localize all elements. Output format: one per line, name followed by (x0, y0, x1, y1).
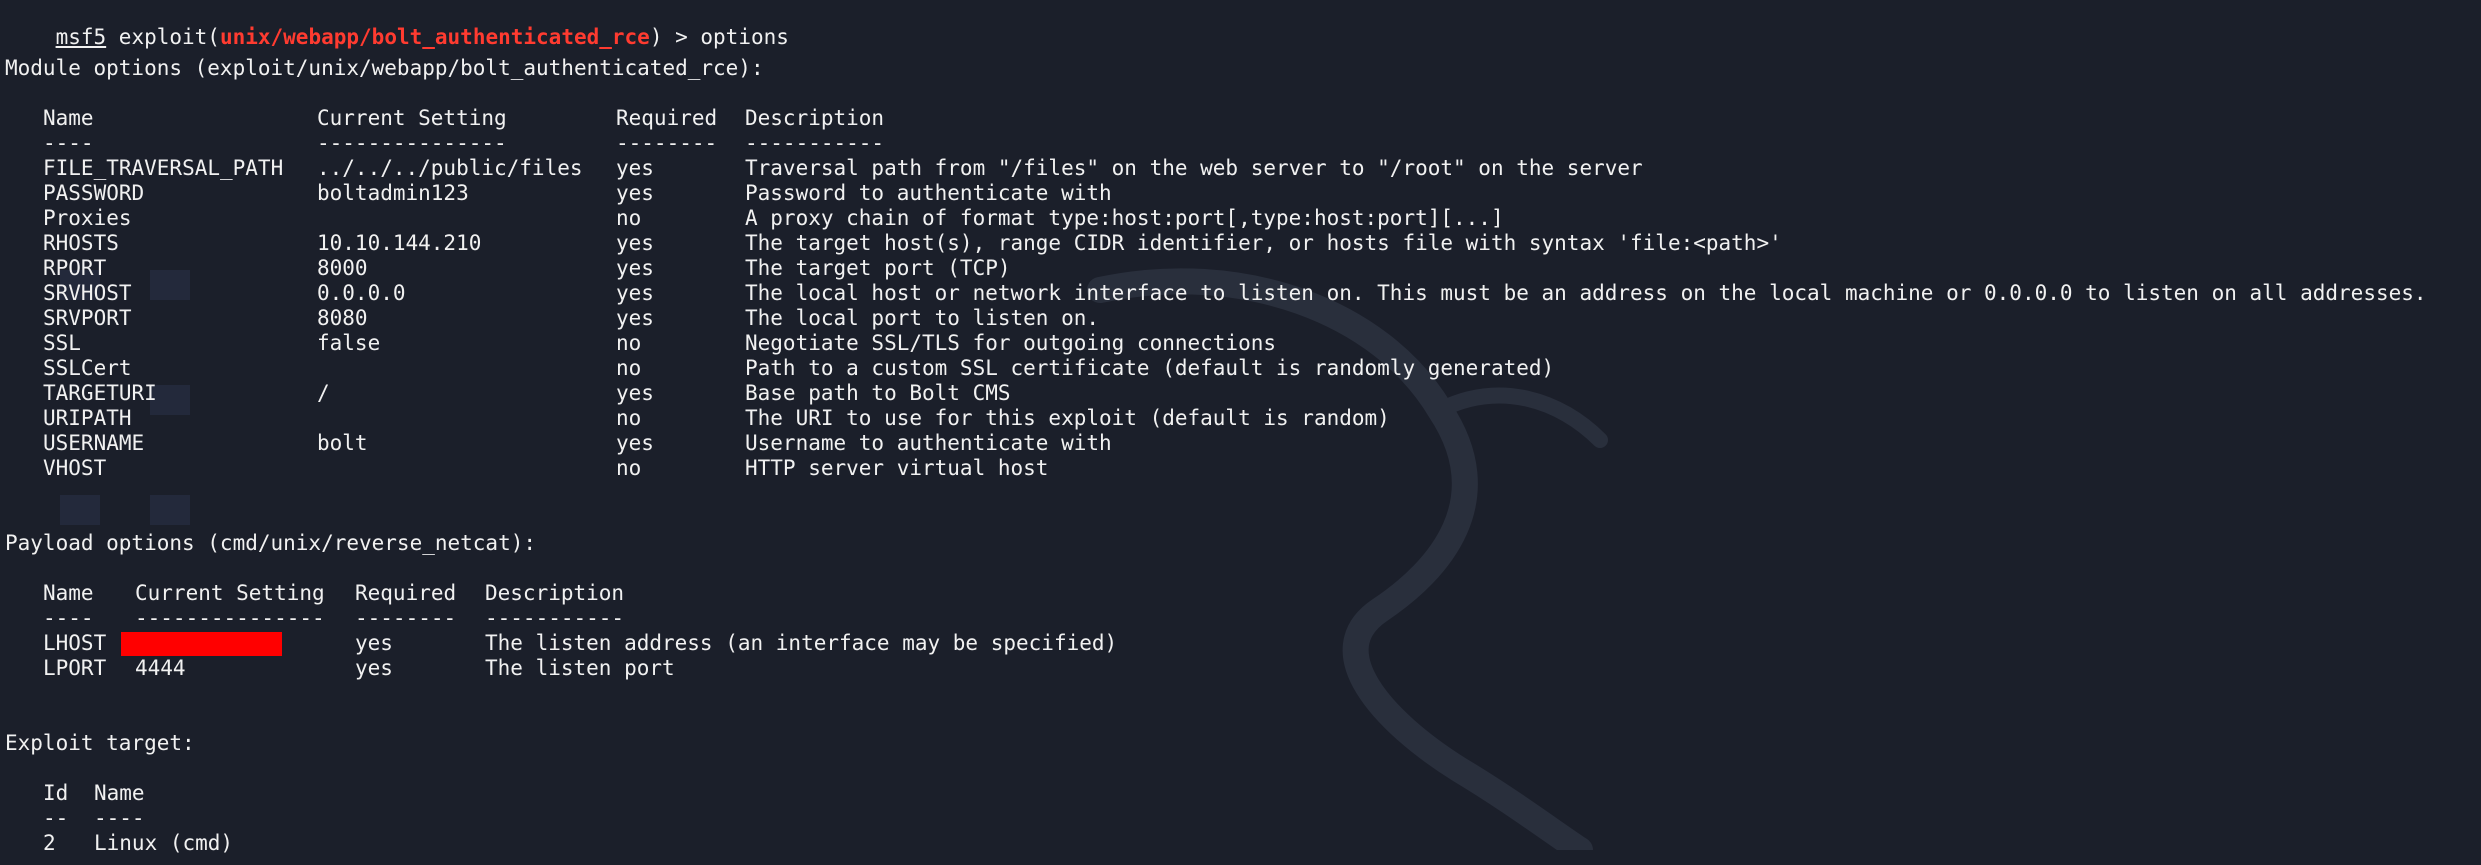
msf-prompt-label: msf5 (55, 25, 107, 49)
cell-name: VHOST (43, 456, 107, 480)
redaction-bar (121, 632, 282, 656)
cell-required: no (616, 456, 642, 480)
exploit-target-header: Exploit target: (5, 731, 195, 755)
cell-description: Username to authenticate with (745, 431, 1112, 455)
cell-setting: ../../../public/files (317, 156, 583, 180)
background-desktop-icon (150, 495, 190, 525)
cell-name: RHOSTS (43, 231, 119, 255)
cell-required: yes (616, 231, 654, 255)
cell-required: no (616, 331, 642, 355)
cell-name: PASSWORD (43, 181, 145, 205)
cell-description: A proxy chain of format type:host:port[,… (745, 206, 1504, 230)
exploit-prefix: exploit( (106, 25, 220, 49)
cell-required: yes (616, 381, 654, 405)
cell-name: LPORT (43, 656, 107, 680)
column-header: Description (745, 106, 885, 130)
cell-name: URIPATH (43, 406, 132, 430)
module-options-header: Module options (exploit/unix/webapp/bolt… (5, 56, 764, 80)
column-separator: ---- (43, 131, 94, 155)
cell-description: Password to authenticate with (745, 181, 1112, 205)
cell-name: Linux (cmd) (94, 831, 234, 855)
cell-description: The URI to use for this exploit (default… (745, 406, 1390, 430)
cell-setting: false (317, 331, 381, 355)
cell-required: yes (616, 306, 654, 330)
column-header: Description (485, 581, 625, 605)
cell-required: yes (355, 656, 393, 680)
column-separator: ----------- (485, 606, 625, 630)
column-separator: ----------- (745, 131, 885, 155)
cell-name: TARGETURI (43, 381, 157, 405)
cell-name: USERNAME (43, 431, 145, 455)
module-path: unix/webapp/bolt_authenticated_rce (219, 25, 650, 49)
cell-setting: 8000 (317, 256, 368, 280)
cell-required: no (616, 356, 642, 380)
command-prompt-line[interactable]: msf5 exploit(unix/webapp/bolt_authentica… (5, 0, 789, 49)
cell-setting: 10.10.144.210 (317, 231, 482, 255)
cell-name: SSL (43, 331, 81, 355)
column-header: Id (43, 781, 69, 805)
column-separator: -- (43, 806, 69, 830)
cell-description: The listen port (485, 656, 675, 680)
cell-name: FILE_TRAVERSAL_PATH (43, 156, 284, 180)
cell-setting: / (317, 381, 330, 405)
cell-required: yes (616, 256, 654, 280)
cell-description: HTTP server virtual host (745, 456, 1049, 480)
column-header: Name (43, 581, 94, 605)
cell-setting: 0.0.0.0 (317, 281, 406, 305)
column-separator: -------- (616, 131, 718, 155)
cell-description: The target port (TCP) (745, 256, 1011, 280)
column-separator: ---- (43, 606, 94, 630)
column-header: Current Setting (317, 106, 507, 130)
cell-required: yes (616, 281, 654, 305)
column-separator: -------- (355, 606, 457, 630)
cell-setting: 8080 (317, 306, 368, 330)
payload-options-header: Payload options (cmd/unix/reverse_netcat… (5, 531, 537, 555)
command-text: ) > options (649, 25, 789, 49)
column-separator: ---- (94, 806, 145, 830)
cell-required: yes (616, 156, 654, 180)
column-separator: --------------- (317, 131, 507, 155)
cell-name: RPORT (43, 256, 107, 280)
cell-name: LHOST (43, 631, 107, 655)
column-header: Required (616, 106, 718, 130)
column-header: Name (94, 781, 145, 805)
cell-required: yes (616, 181, 654, 205)
cell-setting: bolt (317, 431, 368, 455)
cell-setting: boltadmin123 (317, 181, 469, 205)
cell-required: yes (616, 431, 654, 455)
cell-required: no (616, 206, 642, 230)
terminal-window[interactable]: msf5 exploit(unix/webapp/bolt_authentica… (0, 0, 2481, 865)
cell-description: Negotiate SSL/TLS for outgoing connectio… (745, 331, 1277, 355)
cell-description: Traversal path from "/files" on the web … (745, 156, 1643, 180)
cell-name: SRVHOST (43, 281, 132, 305)
column-header: Required (355, 581, 457, 605)
cell-description: The target host(s), range CIDR identifie… (745, 231, 1782, 255)
cell-name: SSLCert (43, 356, 132, 380)
cell-setting: 4444 (135, 656, 186, 680)
column-header: Current Setting (135, 581, 325, 605)
cell-description: The local host or network interface to l… (745, 281, 2427, 305)
cell-required: yes (355, 631, 393, 655)
cell-required: no (616, 406, 642, 430)
cell-name: Proxies (43, 206, 132, 230)
column-header: Name (43, 106, 94, 130)
cell-description: The listen address (an interface may be … (485, 631, 1118, 655)
cell-description: Base path to Bolt CMS (745, 381, 1011, 405)
column-separator: --------------- (135, 606, 325, 630)
cell-name: SRVPORT (43, 306, 132, 330)
cell-id: 2 (43, 831, 56, 855)
cell-description: Path to a custom SSL certificate (defaul… (745, 356, 1555, 380)
cell-description: The local port to listen on. (745, 306, 1100, 330)
background-desktop-icon (150, 270, 190, 300)
background-desktop-icon (60, 495, 100, 525)
